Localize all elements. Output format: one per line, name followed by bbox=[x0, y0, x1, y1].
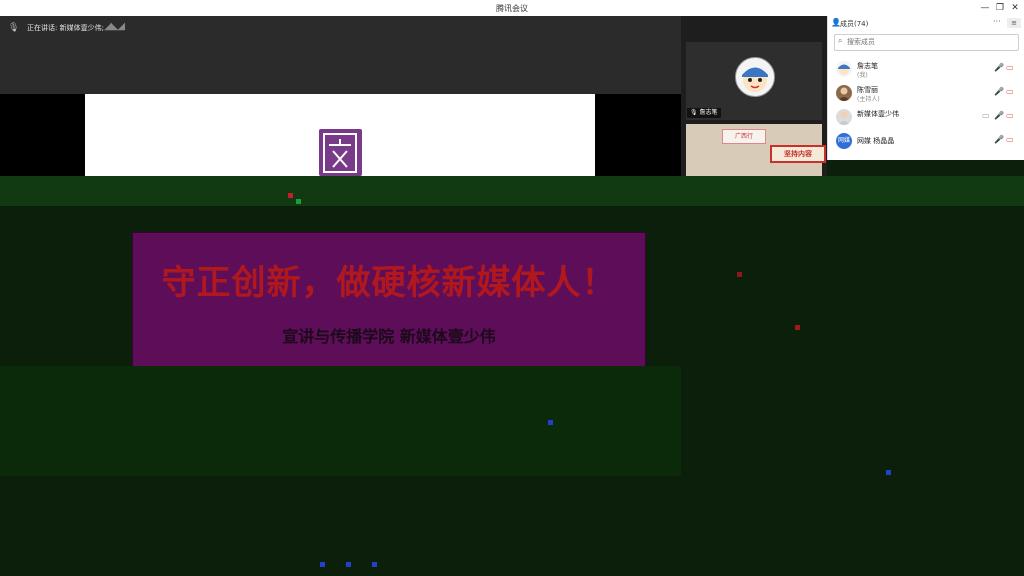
overlay-band bbox=[0, 176, 1024, 206]
mic-muted-icon[interactable]: 🎤 bbox=[994, 63, 1004, 72]
member-row[interactable]: 陈雪丽 (主持人) 🎤 ▭ bbox=[828, 82, 1024, 106]
close-button[interactable]: ✕ bbox=[1008, 2, 1022, 14]
search-icon: ⌕ bbox=[838, 36, 843, 45]
avatar bbox=[735, 57, 775, 97]
more-options-button[interactable]: ··· bbox=[993, 17, 1001, 26]
member-role: (主持人) bbox=[857, 96, 880, 103]
noise-block bbox=[372, 562, 377, 567]
member-row[interactable]: 詹志笔 (我) 🎤 ▭ bbox=[828, 58, 1024, 82]
camera-off-icon[interactable]: ▭ bbox=[1006, 87, 1014, 96]
member-name: 网媒 杨晶晶 bbox=[857, 137, 895, 145]
avatar: 网媒 bbox=[836, 133, 852, 149]
member-row[interactable]: 网媒 网媒 杨晶晶 🎤 ▭ bbox=[828, 130, 1024, 154]
noise-block bbox=[886, 470, 891, 475]
search-input[interactable] bbox=[847, 36, 1012, 47]
restore-button[interactable]: ❐ bbox=[993, 2, 1007, 14]
minimize-button[interactable]: — bbox=[978, 2, 992, 14]
member-name: 新媒体壹少伟 bbox=[857, 110, 899, 118]
member-row[interactable]: 新媒体壹少伟 ▭ 🎤 ▭ bbox=[828, 106, 1024, 130]
members-title: 成员(74) bbox=[840, 20, 869, 28]
noise-block bbox=[737, 272, 742, 277]
slide-banner: 守正创新，做硬核新媒体人！ 宣讲与传播学院 新媒体壹少伟 bbox=[132, 232, 646, 368]
noise-block bbox=[288, 193, 293, 198]
noise-block bbox=[296, 199, 301, 204]
noise-block bbox=[346, 562, 351, 567]
screen-share-icon[interactable]: ▭ bbox=[982, 111, 990, 120]
mic-muted-icon[interactable]: 🎤 bbox=[994, 87, 1004, 96]
microphone-icon: 🎙 bbox=[8, 23, 20, 33]
avatar bbox=[836, 61, 852, 77]
audio-wave-icon: ◢◣◢ bbox=[104, 21, 125, 32]
mic-muted-icon[interactable]: 🎤 bbox=[994, 135, 1004, 144]
avatar bbox=[836, 109, 852, 125]
slide-headline: 守正创新，做硬核新媒体人！ bbox=[161, 263, 617, 303]
mic-active-icon[interactable]: 🎤 bbox=[994, 111, 1004, 120]
member-role: (我) bbox=[857, 72, 868, 79]
camera-off-icon[interactable]: ▭ bbox=[1006, 111, 1014, 120]
microphone-icon: 🎙 bbox=[690, 109, 698, 116]
window-title: 腾讯会议 bbox=[496, 4, 528, 13]
camera-off-icon[interactable]: ▭ bbox=[1006, 135, 1014, 144]
panel-pin-button[interactable]: ≡ bbox=[1007, 18, 1021, 28]
noise-block bbox=[548, 420, 553, 425]
stage-area bbox=[0, 366, 681, 476]
avatar bbox=[836, 85, 852, 101]
speaker-bar: 🎙 正在讲话: 新媒体壹少伟; ◢◣◢ bbox=[0, 16, 681, 94]
title-bar: 腾讯会议 — ❐ ✕ bbox=[0, 0, 1024, 17]
member-search[interactable]: ⌕ bbox=[834, 34, 1019, 51]
slide-subline: 宣讲与传播学院 新媒体壹少伟 bbox=[282, 327, 496, 346]
video-sticker: 广西行 bbox=[722, 129, 766, 144]
video-name-tag: 🎙 詹志笔 bbox=[687, 108, 721, 118]
speaking-label: 正在讲话: 新媒体壹少伟; bbox=[27, 24, 104, 32]
members-panel-header: 👤 成员(74) ··· ≡ bbox=[828, 16, 1024, 30]
video-sign: 坚持内容 bbox=[770, 145, 826, 163]
logo-icon bbox=[319, 129, 362, 176]
camera-off-icon[interactable]: ▭ bbox=[1006, 63, 1014, 72]
video-name: 詹志笔 bbox=[699, 109, 718, 116]
noise-block bbox=[795, 325, 800, 330]
noise-block bbox=[320, 562, 325, 567]
